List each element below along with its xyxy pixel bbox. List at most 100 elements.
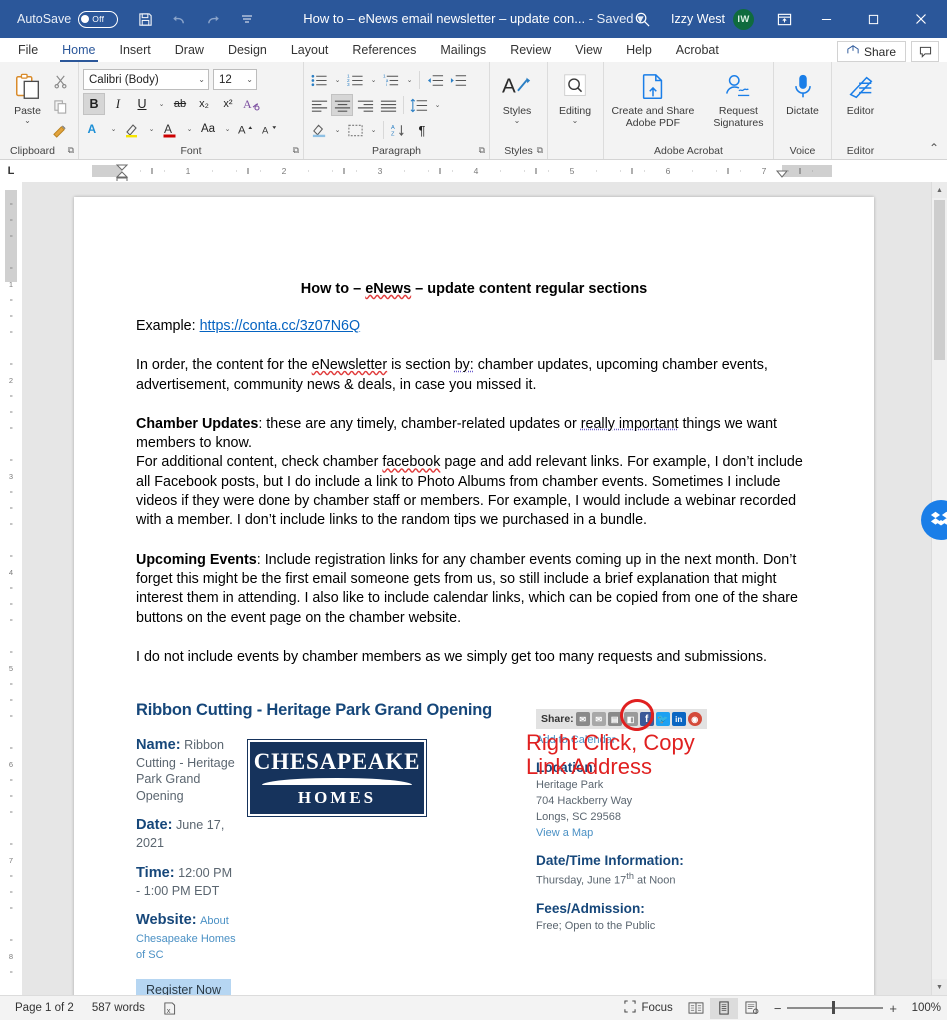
text-effects-icon[interactable]: A	[241, 93, 263, 115]
numbering-dropdown[interactable]: ⌄	[367, 69, 379, 91]
undo-icon[interactable]	[168, 8, 190, 30]
zoom-slider[interactable]: − +	[766, 1001, 905, 1016]
tab-acrobat[interactable]: Acrobat	[664, 39, 731, 62]
tab-file[interactable]: File	[6, 39, 50, 62]
subscript-button[interactable]: x₂	[193, 93, 215, 115]
text-highlight-a-icon[interactable]: A	[83, 118, 105, 140]
twitter-icon[interactable]: 🐦	[655, 712, 670, 727]
web-layout-icon[interactable]	[738, 998, 766, 1019]
rss-icon[interactable]: ◉	[687, 712, 702, 727]
proofing-errors-icon[interactable]: x	[154, 1001, 185, 1016]
tab-references[interactable]: References	[340, 39, 428, 62]
minimize-icon[interactable]	[804, 0, 849, 38]
change-case-dropdown[interactable]: ⌄	[221, 118, 233, 140]
borders-dropdown[interactable]: ⌄	[367, 119, 379, 141]
grow-font-icon[interactable]: A	[235, 118, 257, 140]
font-name-input[interactable]: Calibri (Body) ⌄	[83, 69, 209, 90]
maximize-icon[interactable]	[851, 0, 896, 38]
zoom-in-button[interactable]: +	[889, 1001, 897, 1016]
zoom-knob[interactable]	[832, 1001, 836, 1015]
create-share-pdf-button[interactable]: Create and Share Adobe PDF	[608, 67, 698, 129]
paragraph-dialog-launcher[interactable]: ⧉	[479, 143, 485, 158]
customize-qat-icon[interactable]	[236, 8, 258, 30]
share-button[interactable]: Share	[836, 41, 906, 62]
text-color-dropdown[interactable]: ⌄	[107, 118, 119, 140]
scroll-up-icon[interactable]: ▲	[932, 182, 947, 198]
editor-button[interactable]: Editor	[838, 67, 884, 117]
line-spacing-icon[interactable]	[408, 94, 430, 116]
paste-button[interactable]: Paste ⌄	[8, 67, 47, 125]
saved-dropdown-caret[interactable]: ▾	[637, 11, 644, 26]
document-title[interactable]: How to – eNews email newsletter – update…	[303, 11, 585, 26]
horizontal-ruler[interactable]: 1 2 3 4 5 6 7	[22, 163, 907, 183]
bold-button[interactable]: B	[83, 93, 105, 115]
tab-design[interactable]: Design	[216, 39, 279, 62]
decrease-indent-icon[interactable]	[424, 69, 446, 91]
underline-button[interactable]: U	[131, 93, 153, 115]
justify-icon[interactable]	[377, 94, 399, 116]
multilevel-dropdown[interactable]: ⌄	[403, 69, 415, 91]
dictate-button[interactable]: Dictate	[780, 67, 826, 117]
strikethrough-button[interactable]: ab	[169, 93, 191, 115]
email-icon[interactable]: ✉	[575, 712, 590, 727]
word-count[interactable]: 587 words	[83, 1002, 154, 1014]
editing-button[interactable]: Editing ⌄	[552, 67, 598, 125]
vertical-ruler[interactable]: 1 2 3 4 5 6 7 8	[0, 182, 22, 995]
increase-indent-icon[interactable]	[447, 69, 469, 91]
tab-home[interactable]: Home	[50, 39, 107, 62]
vertical-scrollbar[interactable]: ▲ ▼	[931, 182, 947, 995]
envelope-icon[interactable]: ✉	[591, 712, 606, 727]
font-dialog-launcher[interactable]: ⧉	[293, 143, 299, 158]
bullet-dropdown[interactable]: ⌄	[331, 69, 343, 91]
view-map-link[interactable]: View a Map	[536, 826, 751, 842]
shrink-font-icon[interactable]: A	[259, 118, 281, 140]
underline-dropdown[interactable]: ⌄	[155, 93, 167, 115]
page-indicator[interactable]: Page 1 of 2	[6, 1002, 83, 1014]
zoom-out-button[interactable]: −	[774, 1001, 782, 1016]
copy-icon[interactable]	[48, 95, 72, 117]
autosave-toggle[interactable]: AutoSave Off	[17, 10, 119, 28]
line-spacing-dropdown[interactable]: ⌄	[431, 94, 443, 116]
bullet-list-icon[interactable]	[308, 69, 330, 91]
scroll-down-icon[interactable]: ▼	[932, 979, 947, 995]
autosave-switch[interactable]: Off	[78, 10, 119, 28]
font-color-icon[interactable]: A	[159, 118, 181, 140]
chevron-down-icon[interactable]: ⌄	[514, 116, 521, 125]
highlight-dropdown[interactable]: ⌄	[145, 118, 157, 140]
superscript-button[interactable]: x²	[217, 93, 239, 115]
tab-review[interactable]: Review	[498, 39, 563, 62]
clipboard-dialog-launcher[interactable]: ⧉	[68, 143, 74, 158]
highlight-icon[interactable]	[121, 118, 143, 140]
tab-mailings[interactable]: Mailings	[428, 39, 498, 62]
focus-button[interactable]: Focus	[615, 1000, 681, 1016]
tab-help[interactable]: Help	[614, 39, 664, 62]
shading-icon[interactable]	[308, 119, 330, 141]
styles-dialog-launcher[interactable]: ⧉	[537, 143, 543, 158]
page-canvas[interactable]: How to – eNews – update content regular …	[22, 182, 947, 995]
ribbon-display-options-icon[interactable]	[766, 0, 802, 38]
chevron-down-icon[interactable]: ⌄	[198, 75, 205, 84]
show-formatting-marks-icon[interactable]: ¶	[411, 119, 433, 141]
tab-insert[interactable]: Insert	[108, 39, 163, 62]
close-icon[interactable]	[898, 0, 943, 38]
tab-stop-selector[interactable]: L	[0, 160, 22, 182]
document-page[interactable]: How to – eNews – update content regular …	[74, 197, 874, 995]
italic-button[interactable]: I	[107, 93, 129, 115]
scroll-thumb[interactable]	[934, 200, 945, 360]
styles-button[interactable]: A Styles ⌄	[494, 67, 540, 125]
account-button[interactable]: Izzy West IW	[665, 0, 764, 38]
borders-icon[interactable]	[344, 119, 366, 141]
tab-view[interactable]: View	[563, 39, 614, 62]
dropbox-badge-icon[interactable]	[921, 500, 947, 540]
format-painter-icon[interactable]	[48, 120, 72, 142]
chevron-down-icon[interactable]: ⌄	[246, 75, 253, 84]
align-right-icon[interactable]	[354, 94, 376, 116]
print-layout-icon[interactable]	[709, 997, 738, 1019]
font-size-input[interactable]: 12 ⌄	[213, 69, 257, 90]
redo-icon[interactable]	[202, 8, 224, 30]
save-icon[interactable]	[134, 8, 156, 30]
zoom-level[interactable]: 100%	[905, 1002, 941, 1014]
tab-layout[interactable]: Layout	[279, 39, 341, 62]
example-hyperlink[interactable]: https://conta.cc/3z07N6Q	[200, 318, 361, 334]
comments-icon[interactable]	[911, 41, 939, 62]
